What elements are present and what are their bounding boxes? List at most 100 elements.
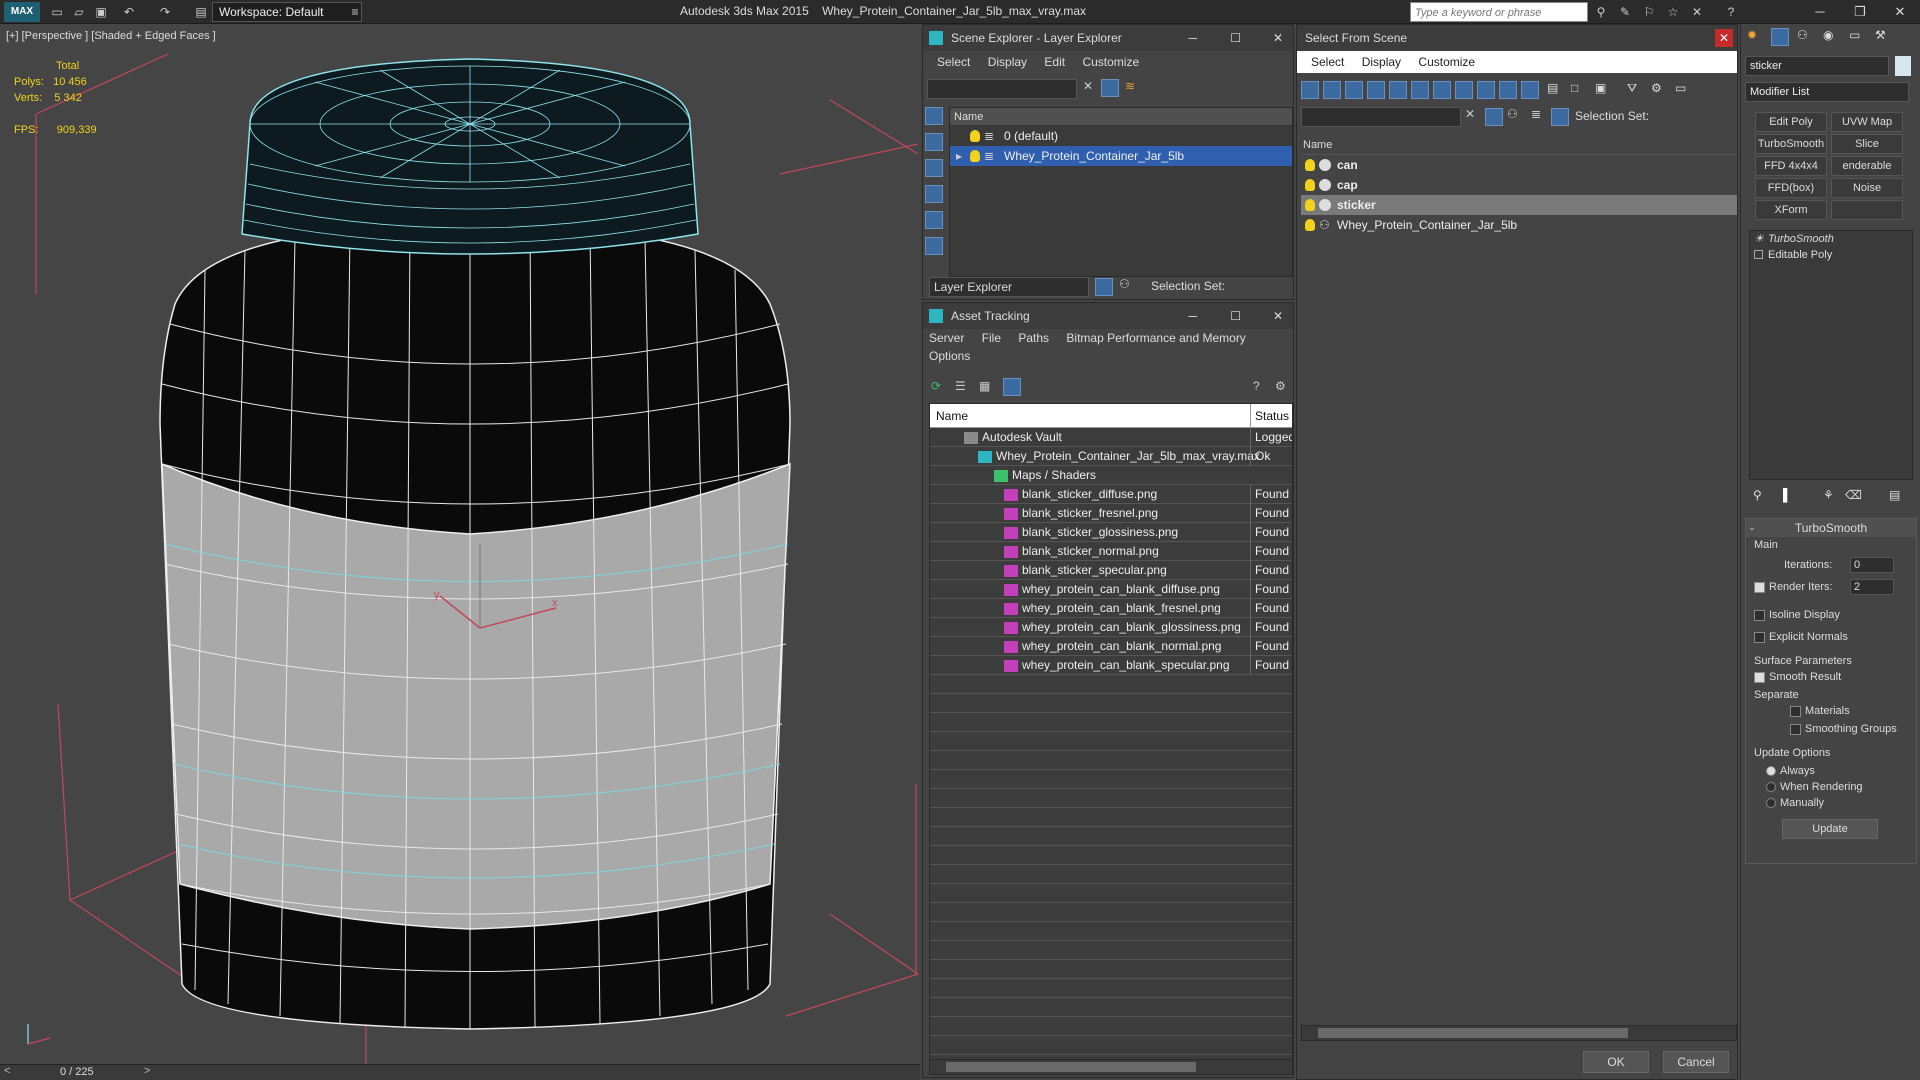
visibility-icon[interactable] (1305, 159, 1315, 171)
filter-shapes-icon[interactable] (1323, 81, 1341, 99)
render-iters-checkbox[interactable]: Render Iters: (1754, 581, 1833, 593)
column-name[interactable]: Name (936, 404, 968, 428)
checkbox-icon[interactable] (1790, 705, 1801, 717)
asset-row[interactable]: whey_protein_can_blank_diffuse.png Found (930, 580, 1292, 599)
isoline-display-checkbox[interactable]: Isoline Display (1754, 609, 1840, 621)
asset-row[interactable]: blank_sticker_diffuse.png Found (930, 485, 1292, 504)
menu-paths[interactable]: Paths (1018, 331, 1049, 345)
display-geometry-icon[interactable] (925, 107, 943, 125)
asset-row[interactable]: whey_protein_can_blank_glossiness.png Fou… (930, 618, 1292, 637)
menu-file[interactable]: File (982, 331, 1001, 345)
perspective-viewport[interactable]: x y [+] [Perspective ] [Shaded + Edged F… (0, 24, 920, 1064)
create-tab-icon[interactable]: ✹ (1747, 28, 1757, 42)
display-options-icon[interactable]: ⚇ (1507, 107, 1518, 121)
select-invert-icon[interactable]: ▣ (1595, 81, 1606, 95)
show-end-result-icon[interactable]: ▌ (1783, 488, 1792, 502)
display-layers-icon[interactable] (925, 237, 943, 255)
filter-geometry-icon[interactable] (1301, 81, 1319, 99)
display-lights-icon[interactable] (925, 159, 943, 177)
smoothing-groups-checkbox[interactable]: Smoothing Groups (1790, 723, 1897, 735)
hierarchy-icon[interactable]: ⚇ (1119, 277, 1130, 291)
configure-sets-icon[interactable]: ▤ (1889, 488, 1900, 502)
clear-search-icon[interactable]: ✕ (1465, 107, 1475, 121)
asset-row[interactable]: whey_protein_can_blank_specular.png Found (930, 656, 1292, 675)
close-tools-icon[interactable]: ✕ (1688, 3, 1706, 21)
modify-tab-icon[interactable] (1771, 28, 1789, 46)
checkbox-icon[interactable] (1754, 671, 1765, 683)
filter-helpers-icon[interactable] (1389, 81, 1407, 99)
iterations-spinner[interactable]: 0 (1850, 557, 1894, 573)
save-icon[interactable]: ▣ (92, 3, 110, 21)
radio-icon[interactable] (1766, 766, 1776, 777)
always-radio[interactable]: Always (1766, 765, 1815, 777)
checkbox-icon[interactable] (1754, 631, 1765, 643)
update-button[interactable]: Update (1782, 819, 1878, 839)
explicit-normals-checkbox[interactable]: Explicit Normals (1754, 631, 1848, 643)
ffd-box-button[interactable]: FFD(box) (1755, 178, 1827, 198)
clear-search-icon[interactable]: ✕ (1083, 79, 1093, 93)
noise-button[interactable]: Noise (1831, 178, 1903, 198)
filter-icon[interactable] (1485, 108, 1503, 126)
menu-edit[interactable]: Edit (1044, 55, 1065, 69)
table-view-icon[interactable] (1003, 378, 1021, 396)
maximize-icon[interactable]: ☐ (1230, 303, 1241, 329)
display-shapes-icon[interactable] (925, 133, 943, 151)
scene-explorer-titlebar[interactable]: Scene Explorer - Layer Explorer ─ ☐ ✕ (923, 25, 1293, 51)
close-icon[interactable]: ✕ (1715, 29, 1733, 47)
asset-row[interactable]: whey_protein_can_blank_normal.png Found (930, 637, 1292, 656)
motion-tab-icon[interactable]: ◉ (1823, 28, 1833, 42)
xform-button[interactable]: XForm (1755, 200, 1827, 220)
help-icon[interactable]: ? (1253, 379, 1260, 393)
menu-display[interactable]: Display (988, 55, 1027, 69)
ffd-4x4x4-button[interactable]: FFD 4x4x4 (1755, 156, 1827, 176)
scene-explorer-search-input[interactable] (927, 79, 1077, 99)
layer-mode-icon[interactable] (1095, 278, 1113, 296)
when-rendering-radio[interactable]: When Rendering (1766, 781, 1863, 793)
close-icon[interactable]: ✕ (1273, 303, 1283, 329)
collapse-icon[interactable]: - (1750, 519, 1754, 537)
restore-window-icon[interactable]: ❐ (1840, 0, 1880, 24)
select-all-icon[interactable]: ▤ (1547, 81, 1558, 95)
object-row-group[interactable]: ⚇ Whey_Protein_Container_Jar_5lb (1301, 215, 1737, 235)
layer-options-icon[interactable]: ≋ (1125, 79, 1135, 93)
app-logo[interactable]: MAX (4, 2, 40, 22)
remove-modifier-icon[interactable]: ⌫ (1845, 488, 1862, 502)
empty-modifier-button[interactable] (1831, 200, 1903, 220)
object-row-sticker[interactable]: sticker (1301, 195, 1737, 215)
filter-icon[interactable] (1101, 79, 1119, 97)
menu-server[interactable]: Server (929, 331, 964, 345)
minimize-icon[interactable]: ─ (1188, 303, 1197, 329)
object-list-scrollbar[interactable] (1301, 1025, 1737, 1041)
filter-groups-icon[interactable] (1433, 81, 1451, 99)
menu-select[interactable]: Select (1311, 55, 1344, 69)
maximize-icon[interactable]: ☐ (1230, 25, 1241, 51)
layer-visibility-icon[interactable] (970, 130, 980, 142)
display-tab-icon[interactable]: ▭ (1849, 28, 1860, 42)
filter-bones-icon[interactable] (1477, 81, 1495, 99)
object-list-header[interactable]: Name (1301, 135, 1737, 155)
visibility-icon[interactable] (1305, 219, 1315, 231)
expand-arrow-icon[interactable]: ▸ (956, 146, 962, 166)
turbosmooth-button[interactable]: TurboSmooth (1755, 134, 1827, 154)
collapse-icon[interactable]: ▭ (1675, 81, 1686, 95)
close-window-icon[interactable]: ✕ (1880, 0, 1920, 24)
filter-spacewarps-icon[interactable] (1411, 81, 1429, 99)
time-slider[interactable]: < 0 / 225 > (0, 1064, 920, 1080)
menu-select[interactable]: Select (937, 55, 970, 69)
asset-row[interactable]: Autodesk Vault Logged (930, 428, 1292, 447)
menu-display[interactable]: Display (1362, 55, 1401, 69)
stack-item-turbosmooth[interactable]: ☀ TurboSmooth (1750, 231, 1912, 247)
layer-row[interactable]: ≣ 0 (default) (950, 126, 1292, 146)
object-row-cap[interactable]: cap (1301, 175, 1737, 195)
workspace-dropdown[interactable]: Workspace: Default (212, 2, 362, 22)
list-view-icon[interactable]: ☰ (955, 379, 966, 393)
make-unique-icon[interactable]: ⚘ (1823, 488, 1834, 502)
materials-checkbox[interactable]: Materials (1790, 705, 1850, 717)
help-search-input[interactable]: Type a keyword or phrase (1410, 2, 1588, 22)
minimize-window-icon[interactable]: ─ (1800, 0, 1840, 24)
pin-stack-icon[interactable]: ⚲ (1753, 488, 1762, 502)
layer-tree-header[interactable]: Name (950, 108, 1292, 126)
layer-visibility-icon[interactable] (970, 150, 980, 162)
visibility-icon[interactable] (1305, 179, 1315, 191)
checkbox-icon[interactable] (1754, 609, 1765, 621)
